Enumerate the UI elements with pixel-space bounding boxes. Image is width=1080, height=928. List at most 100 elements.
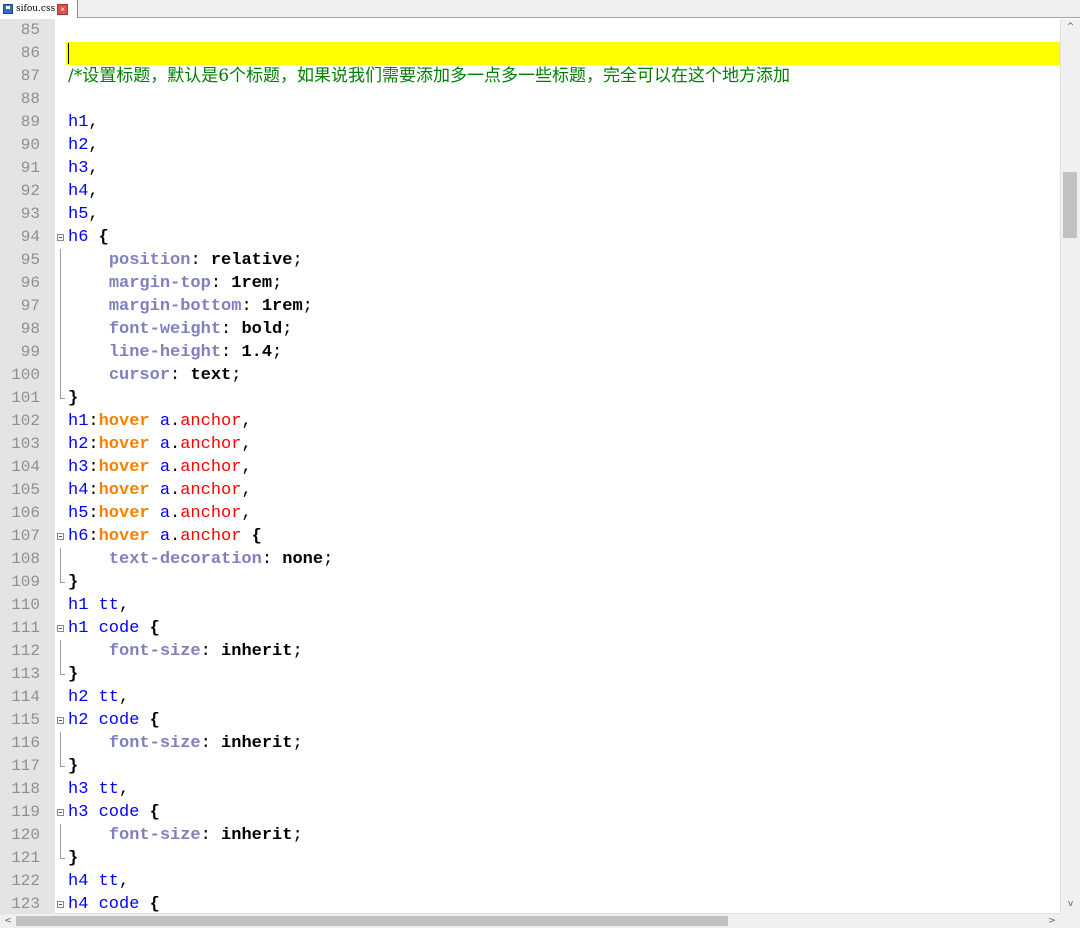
code-text[interactable]: h2 code {: [68, 709, 160, 732]
line-number: 95: [20, 251, 40, 269]
code-line[interactable]: 90 h2,: [0, 134, 1060, 157]
code-text[interactable]: h3,: [68, 157, 99, 180]
code-text[interactable]: h4:hover a.anchor,: [68, 479, 252, 502]
code-token: inherit: [221, 826, 293, 845]
fold-toggle-icon[interactable]: [57, 533, 64, 540]
code-text[interactable]: font-weight: bold;: [68, 318, 293, 341]
code-line[interactable]: 104 h3:hover a.anchor,: [0, 456, 1060, 479]
code-line[interactable]: 87 /*设置标题，默认是6个标题，如果说我们需要添加多一点多一些标题，完全可以在…: [0, 65, 1060, 88]
vertical-scroll-thumb[interactable]: [1063, 172, 1077, 238]
code-text[interactable]: }: [68, 847, 78, 870]
code-text[interactable]: h2 tt,: [68, 686, 129, 709]
code-line[interactable]: 105 h4:hover a.anchor,: [0, 479, 1060, 502]
code-line[interactable]: 113}: [0, 663, 1060, 686]
code-line[interactable]: 123 h4 code {: [0, 893, 1060, 913]
scroll-down-icon[interactable]: v: [1061, 896, 1080, 913]
code-text[interactable]: h2:hover a.anchor,: [68, 433, 252, 456]
code-text[interactable]: text-decoration: none;: [68, 548, 333, 571]
code-line[interactable]: 110 h1 tt,: [0, 594, 1060, 617]
code-text[interactable]: }: [68, 387, 78, 410]
code-text[interactable]: h3:hover a.anchor,: [68, 456, 252, 479]
code-text[interactable]: font-size: inherit;: [68, 640, 303, 663]
code-text[interactable]: }: [68, 571, 78, 594]
code-token: :: [261, 550, 283, 569]
code-line[interactable]: 98 font-weight: bold;: [0, 318, 1060, 341]
code-line[interactable]: 96 margin-top: 1rem;: [0, 272, 1060, 295]
code-editor[interactable]: 85 86 87 /*设置标题，默认是6个标题，如果说我们需要添加多一点多一些标题，完…: [0, 19, 1060, 913]
code-text[interactable]: font-size: inherit;: [68, 824, 303, 847]
horizontal-scroll-thumb[interactable]: [16, 916, 728, 926]
code-line[interactable]: 109}: [0, 571, 1060, 594]
code-line[interactable]: 102 h1:hover a.anchor,: [0, 410, 1060, 433]
code-line[interactable]: 111 h1 code {: [0, 617, 1060, 640]
code-text[interactable]: position: relative;: [68, 249, 303, 272]
scroll-left-icon[interactable]: <: [0, 914, 16, 928]
code-line[interactable]: 119 h3 code {: [0, 801, 1060, 824]
fold-toggle-icon[interactable]: [57, 234, 64, 241]
code-text[interactable]: margin-bottom: 1rem;: [68, 295, 313, 318]
code-line[interactable]: 101}: [0, 387, 1060, 410]
code-text[interactable]: line-height: 1.4;: [68, 341, 282, 364]
code-text[interactable]: h2,: [68, 134, 99, 157]
code-token: h4: [68, 872, 89, 891]
close-icon[interactable]: ×: [57, 3, 69, 15]
scroll-right-icon[interactable]: >: [1044, 914, 1060, 928]
code-line[interactable]: 114 h2 tt,: [0, 686, 1060, 709]
code-line[interactable]: 106 h5:hover a.anchor,: [0, 502, 1060, 525]
code-line[interactable]: 88: [0, 88, 1060, 111]
code-line[interactable]: 89 h1,: [0, 111, 1060, 134]
code-line[interactable]: 93 h5,: [0, 203, 1060, 226]
code-text[interactable]: h1 code {: [68, 617, 160, 640]
code-text[interactable]: cursor: text;: [68, 364, 242, 387]
code-line[interactable]: 116 font-size: inherit;: [0, 732, 1060, 755]
code-line[interactable]: 120 font-size: inherit;: [0, 824, 1060, 847]
vertical-scrollbar[interactable]: ^ v: [1060, 19, 1080, 913]
code-text[interactable]: h5:hover a.anchor,: [68, 502, 252, 525]
code-line[interactable]: 117}: [0, 755, 1060, 778]
code-line[interactable]: 118 h3 tt,: [0, 778, 1060, 801]
code-text[interactable]: h1,: [68, 111, 99, 134]
code-line[interactable]: 86: [0, 42, 1060, 65]
code-text[interactable]: h3 code {: [68, 801, 160, 824]
code-line[interactable]: 122 h4 tt,: [0, 870, 1060, 893]
code-line[interactable]: 92 h4,: [0, 180, 1060, 203]
code-line[interactable]: 112 font-size: inherit;: [0, 640, 1060, 663]
code-line[interactable]: 107 h6:hover a.anchor {: [0, 525, 1060, 548]
code-line[interactable]: 97 margin-bottom: 1rem;: [0, 295, 1060, 318]
code-text[interactable]: h1:hover a.anchor,: [68, 410, 252, 433]
code-text[interactable]: h4 tt,: [68, 870, 129, 893]
tab-sifou-css[interactable]: sifou.css ×: [0, 0, 78, 18]
code-text[interactable]: h5,: [68, 203, 99, 226]
code-line[interactable]: 91 h3,: [0, 157, 1060, 180]
code-line[interactable]: 115 h2 code {: [0, 709, 1060, 732]
scroll-up-icon[interactable]: ^: [1061, 19, 1080, 36]
fold-toggle-icon[interactable]: [57, 901, 64, 908]
code-line[interactable]: 99 line-height: 1.4;: [0, 341, 1060, 364]
code-line[interactable]: 121}: [0, 847, 1060, 870]
horizontal-scrollbar[interactable]: < >: [0, 913, 1080, 928]
fold-toggle-icon[interactable]: [57, 717, 64, 724]
fold-toggle-icon[interactable]: [57, 809, 64, 816]
code-line[interactable]: 103 h2:hover a.anchor,: [0, 433, 1060, 456]
code-text[interactable]: font-size: inherit;: [68, 732, 303, 755]
code-text[interactable]: h6:hover a.anchor {: [68, 525, 262, 548]
code-text[interactable]: h1 tt,: [68, 594, 129, 617]
code-line[interactable]: 85: [0, 19, 1060, 42]
code-line[interactable]: 95 position: relative;: [0, 249, 1060, 272]
code-text[interactable]: h4,: [68, 180, 99, 203]
code-token: inherit: [221, 642, 293, 661]
fold-toggle-icon[interactable]: [57, 625, 64, 632]
code-text[interactable]: h4 code {: [68, 893, 160, 913]
code-line[interactable]: 100 cursor: text;: [0, 364, 1060, 387]
code-text[interactable]: margin-top: 1rem;: [68, 272, 282, 295]
code-text[interactable]: h3 tt,: [68, 778, 129, 801]
code-line[interactable]: 94 h6 {: [0, 226, 1060, 249]
code-text[interactable]: h6 {: [68, 226, 109, 249]
code-line[interactable]: 108 text-decoration: none;: [0, 548, 1060, 571]
code-token: :: [88, 458, 99, 477]
code-text[interactable]: }: [68, 755, 78, 778]
code-text[interactable]: /*设置标题，默认是6个标题，如果说我们需要添加多一点多一些标题，完全可以在这个…: [68, 65, 790, 89]
code-text[interactable]: }: [68, 663, 78, 686]
